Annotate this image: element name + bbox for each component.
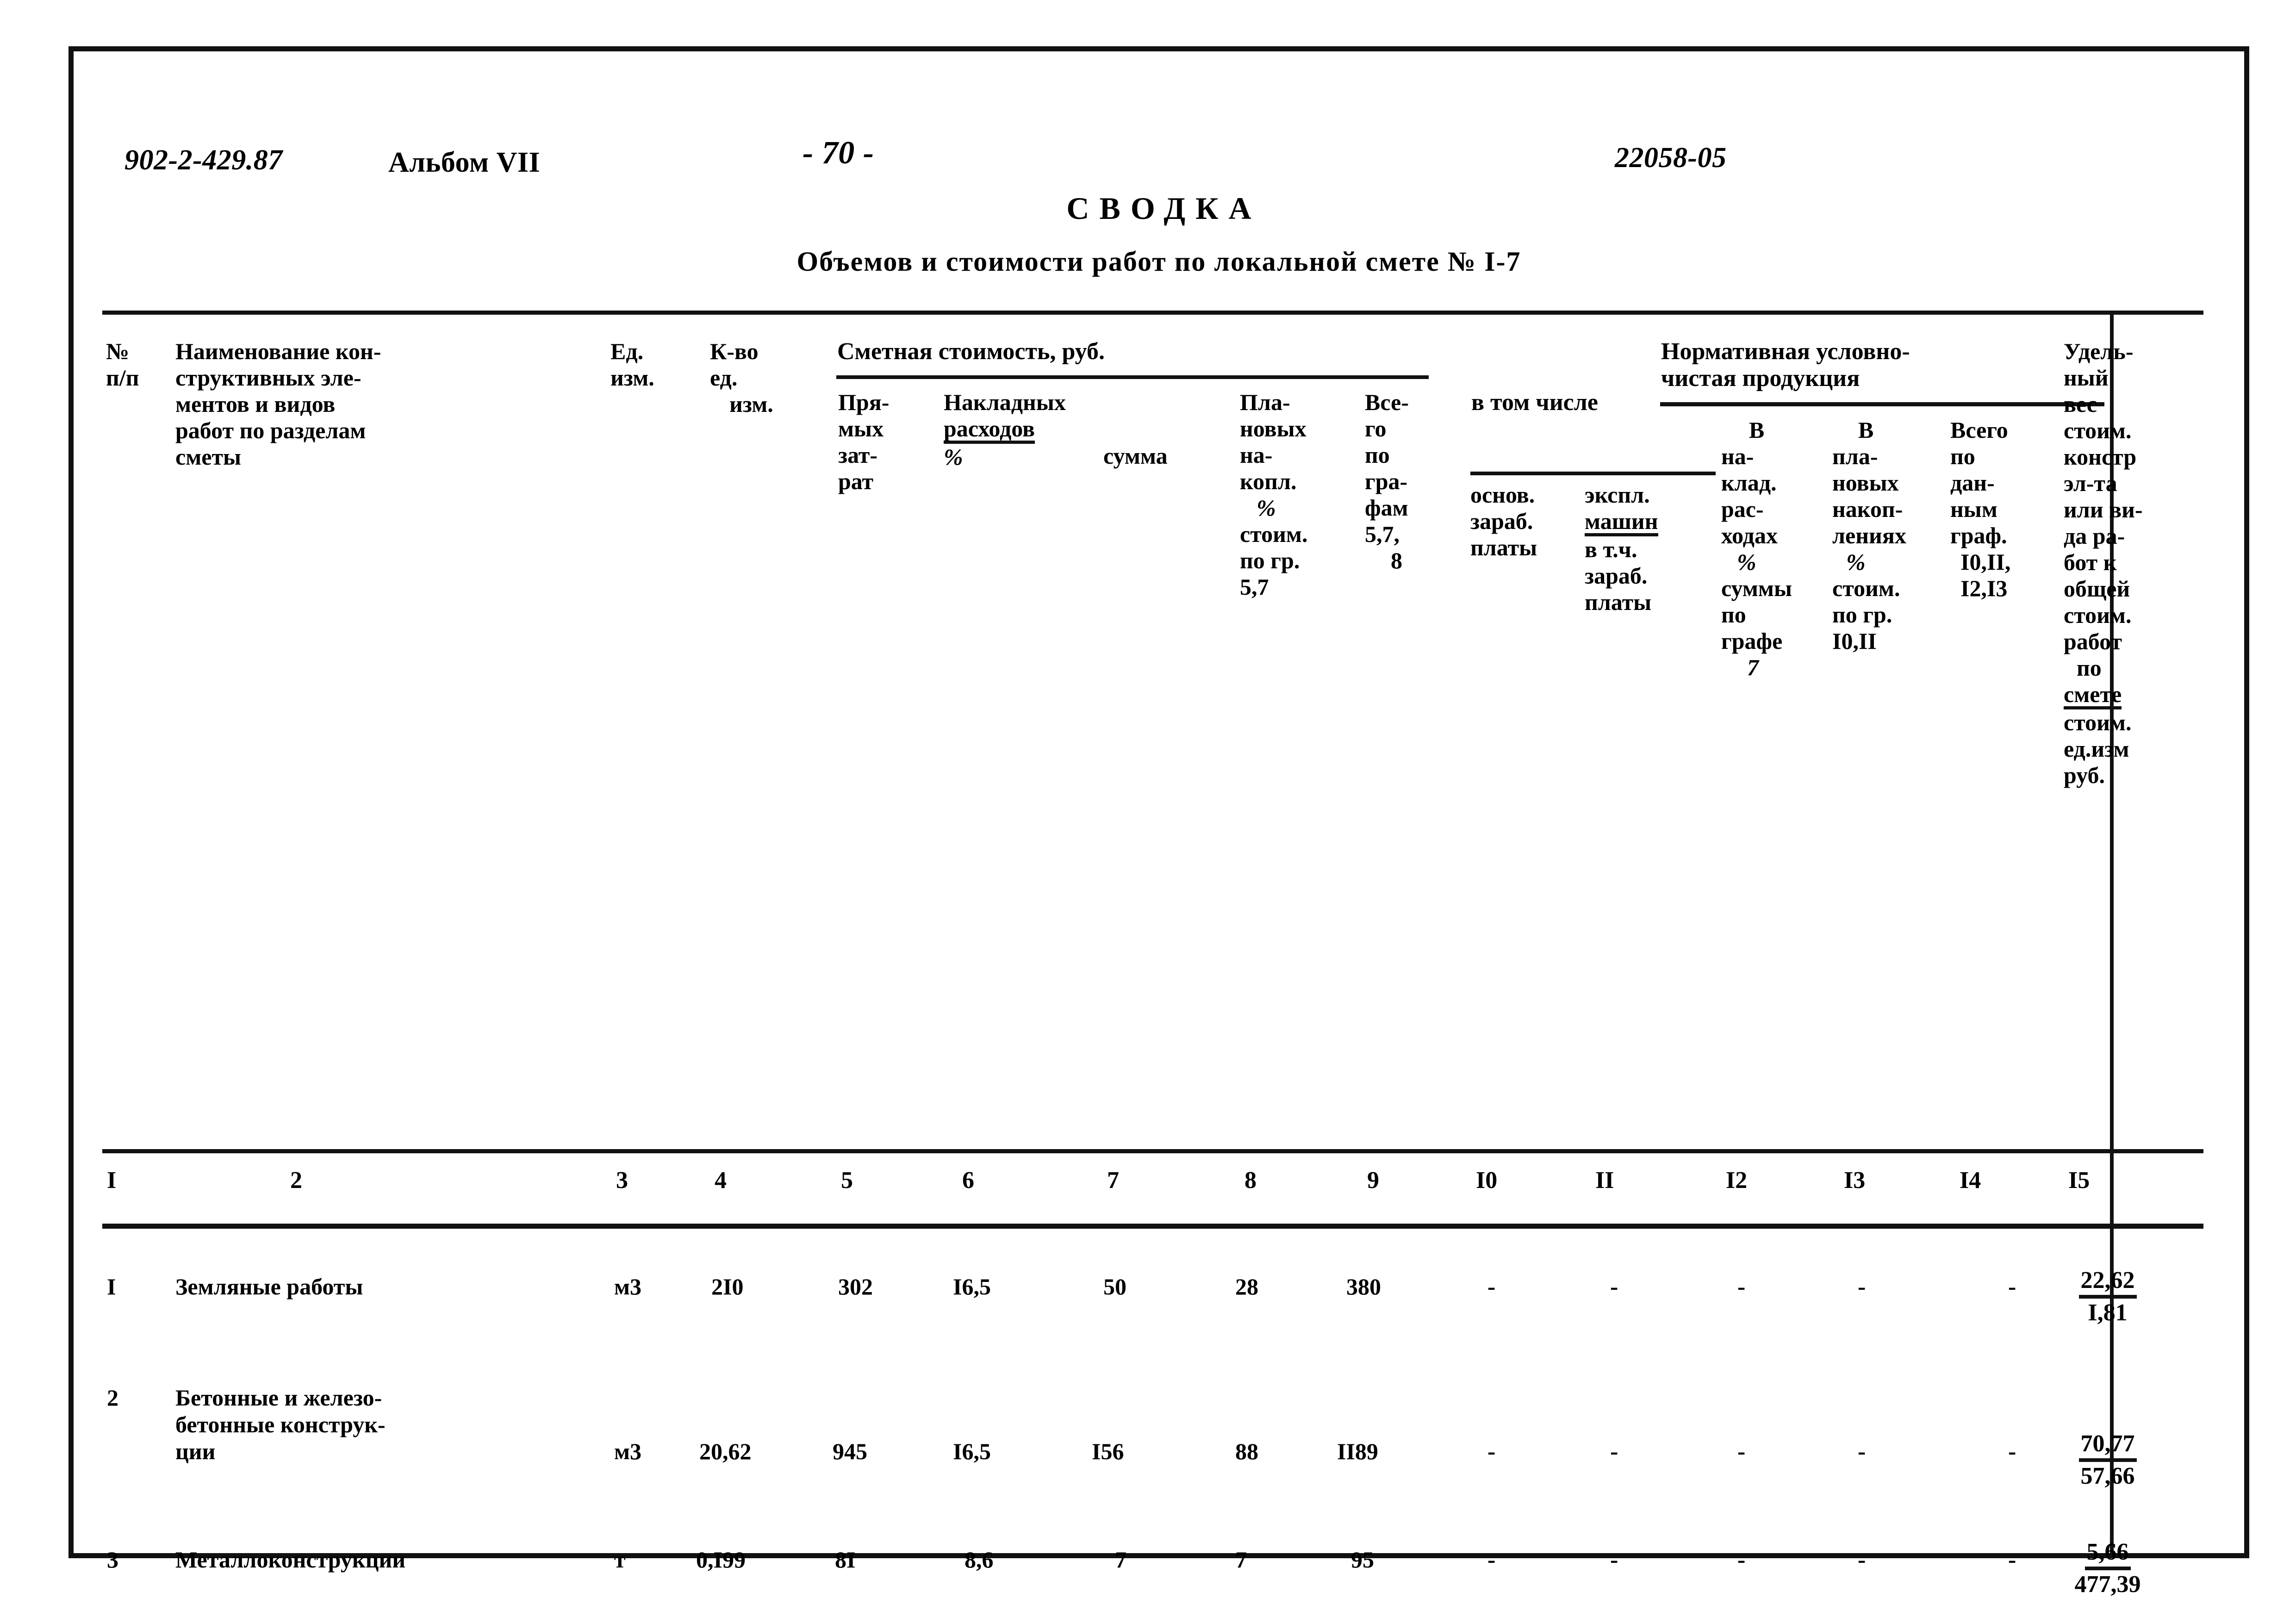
row-3-c12: - [1737,1547,1746,1573]
table-row: I [107,1274,116,1300]
row-2-overhead-pct: I6,5 [953,1438,991,1464]
col-header-5: Пря- мых зат- рат [838,389,890,494]
col-number-9: 9 [1367,1167,1379,1194]
col-number-5: 5 [841,1167,853,1194]
row-3-c11: - [1610,1547,1618,1573]
row-1-c11: - [1610,1274,1618,1300]
row-3-qty: 0,I99 [696,1547,746,1573]
row-1-c14: - [2008,1274,2016,1300]
row-2-c14: - [2008,1438,2016,1465]
row-1-c10: - [1487,1274,1496,1300]
column-number-top-rule [102,1149,2203,1153]
col-number-2: 2 [290,1167,302,1194]
row-3-c14: - [2008,1547,2016,1573]
col-header-1: № п/п [106,338,139,391]
table-top-rule [102,311,2203,315]
row-1-name: Земляные работы [175,1274,363,1300]
row-2-c11: - [1610,1438,1618,1465]
album-label: Альбом VII [388,147,541,178]
page-subtitle: Объемов и стоимости работ по локальной с… [796,246,1521,277]
row-1-planned-pct: 28 [1235,1274,1258,1300]
col-header-15: Удель- ный вес стоим. констр эл-та или в… [2064,338,2143,788]
row-2-overhead-sum: I56 [1092,1438,1124,1464]
col-number-12: I2 [1726,1167,1748,1194]
row-2-qty: 20,62 [699,1438,752,1464]
col-number-1: I [107,1167,117,1194]
col-header-7: сумма [1103,443,1168,469]
row-1-direct: 302 [838,1274,873,1300]
col-header-9: Все- го по гра- фам 5,7, 8 [1365,389,1409,573]
col-header-10: основ. зараб. платы [1470,482,1537,560]
row-3-overhead-pct: 8,6 [964,1547,994,1573]
col-number-6: 6 [962,1167,974,1194]
col-header-2: Наименование кон- структивных эле- менто… [175,338,381,470]
row-1-qty: 2I0 [711,1274,744,1300]
row-2-total: II89 [1337,1438,1378,1464]
row-1-total: 380 [1346,1274,1381,1300]
row-2-c13: - [1858,1438,1866,1465]
group-rule-normative-product [1660,402,2104,406]
col-number-15: I5 [2068,1167,2090,1194]
page-border: 902-2-429.87 Альбом VII - 70 - 22058-05 … [68,46,2249,1598]
page-title: СВОДКА [1066,191,1262,226]
row-1-overhead-sum: 50 [1103,1274,1126,1300]
document-code: 902-2-429.87 [124,144,283,176]
row-1-unit: м3 [614,1274,642,1300]
table-row: 2 [107,1385,118,1411]
col-header-3: Ед. изм. [610,338,654,391]
row-1-c12: - [1737,1274,1746,1300]
col-header-8: Пла- новых на- копл. % стоим. по гр. 5,7 [1240,389,1308,600]
col-number-11: II [1595,1167,1614,1194]
col-header-14: Всего по дан- ным граф. I0,II, I2,I3 [1950,417,2011,601]
col-number-8: 8 [1244,1167,1257,1194]
page-content: 902-2-429.87 Альбом VII - 70 - 22058-05 … [74,51,2244,1598]
row-3-overhead-sum: 7 [1115,1547,1126,1573]
row-2-c10: - [1487,1438,1496,1465]
col-number-7: 7 [1107,1167,1119,1194]
group-rule-including [1470,472,1716,475]
row-1-overhead-pct: I6,5 [953,1274,991,1300]
col-number-14: I4 [1960,1167,1981,1194]
document-number: 22058-05 [1615,142,1727,174]
row-2-name: Бетонные и железо- бетонные конструк- ци… [175,1385,386,1464]
row-3-total: 95 [1351,1547,1374,1573]
row-3-c13: - [1858,1547,1866,1573]
row-1-share: 22,62 I,81 [2043,1266,2172,1327]
row-3-direct: 8I [835,1547,856,1573]
row-3-name: Металлоконструкции [175,1547,406,1573]
group-header-including: в том числе [1471,389,1598,416]
row-3-planned-pct: 7 [1235,1547,1247,1573]
col-number-10: I0 [1476,1167,1498,1194]
document-page: 902-2-429.87 Альбом VII - 70 - 22058-05 … [0,0,2296,1623]
row-2-unit: м3 [614,1438,642,1464]
col-number-3: 3 [616,1167,628,1194]
row-2-share: 70,77 57,66 [2043,1430,2172,1491]
col-number-4: 4 [715,1167,727,1194]
row-2-direct: 945 [833,1438,867,1464]
row-3-share: 5,66 477,39 [2074,1539,2141,1598]
row-3-unit: т [614,1547,626,1573]
row-1-c13: - [1858,1274,1866,1300]
column-number-bottom-rule [102,1224,2203,1229]
page-number: - 70 - [803,135,874,171]
col-header-4: К-во ед. изм. [710,338,773,417]
col-number-13: I3 [1844,1167,1866,1194]
table-row: 3 [107,1547,118,1573]
group-header-estimate-cost: Сметная стоимость, руб. [837,338,1105,365]
col-header-11: экспл. машин в т.ч. зараб. платы [1585,482,1658,615]
row-2-planned-pct: 88 [1235,1438,1258,1464]
col-header-12: В на- клад. рас- ходах % суммы по графе … [1721,417,1792,680]
col-header-13: В пла- новых накоп- лениях % стоим. по г… [1832,417,1906,654]
row-2-c12: - [1737,1438,1746,1465]
group-rule-estimate-cost [836,375,1429,379]
row-3-c10: - [1487,1547,1496,1573]
